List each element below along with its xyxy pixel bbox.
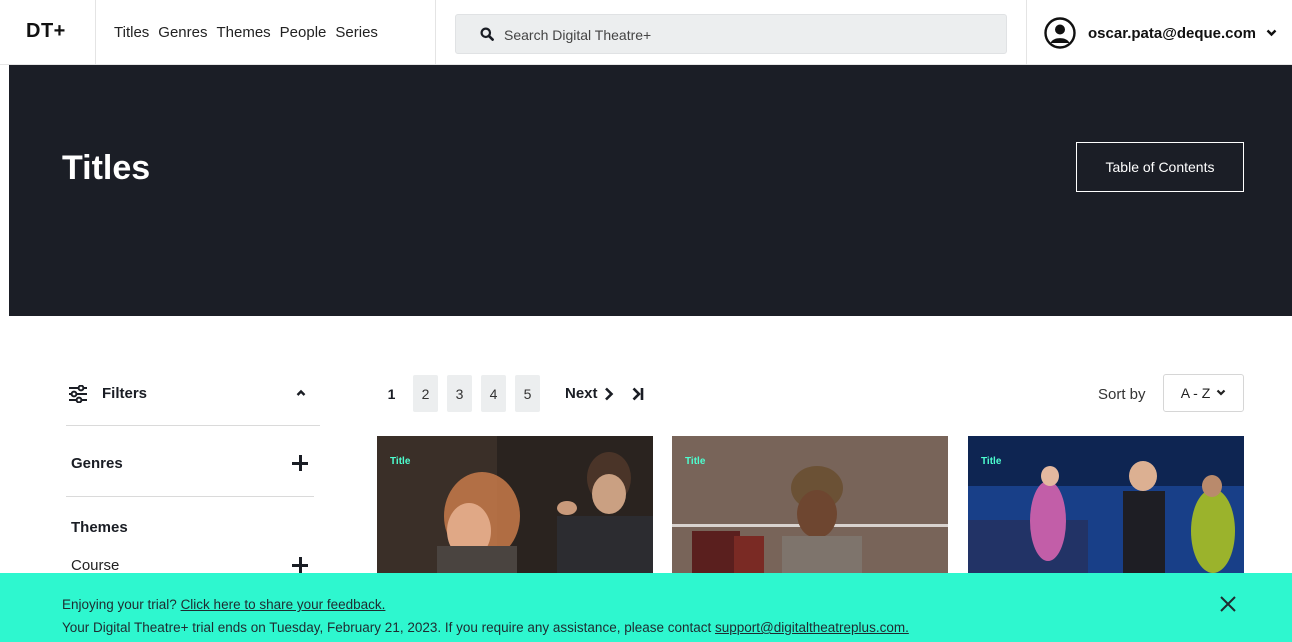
- page-link[interactable]: 2: [413, 375, 438, 412]
- genres-filter-label: Genres: [71, 455, 123, 472]
- filters-divider: [66, 425, 320, 426]
- filters-label: Filters: [102, 385, 148, 402]
- nav-genres[interactable]: Genres: [158, 24, 207, 41]
- main-nav: Titles Genres Themes People Series: [114, 24, 378, 41]
- nav-themes[interactable]: Themes: [216, 24, 270, 41]
- logo[interactable]: DT+: [26, 20, 66, 43]
- next-label: Next: [565, 385, 598, 402]
- title-card[interactable]: Title: [968, 436, 1244, 576]
- title-card[interactable]: Title: [377, 436, 653, 576]
- nav-series[interactable]: Series: [335, 24, 378, 41]
- nav-people[interactable]: People: [280, 24, 327, 41]
- close-icon[interactable]: [1219, 595, 1237, 613]
- search-icon: [480, 27, 494, 41]
- filters-toggle[interactable]: Filters: [66, 383, 320, 405]
- search-input[interactable]: [504, 24, 984, 46]
- banner-text: Enjoying your trial?: [62, 597, 181, 612]
- banner-line-1: Enjoying your trial? Click here to share…: [62, 597, 385, 612]
- title-card-image: [672, 436, 948, 576]
- chevron-right-icon: [604, 387, 613, 400]
- themes-filter-label: Themes: [71, 519, 128, 536]
- banner-line-2: Your Digital Theatre+ trial ends on Tues…: [62, 620, 909, 635]
- page-link[interactable]: 3: [447, 375, 472, 412]
- chevron-down-icon: [1266, 29, 1277, 37]
- title-card-image: [968, 436, 1244, 576]
- page-link[interactable]: 4: [481, 375, 506, 412]
- feedback-link[interactable]: Click here to share your feedback.: [181, 597, 386, 612]
- title-card-image: [377, 436, 653, 576]
- banner-text: Your Digital Theatre+ trial ends on Tues…: [62, 620, 716, 635]
- header-divider: [95, 0, 96, 65]
- sort-select[interactable]: A - Z: [1163, 374, 1244, 412]
- site-header: DT+ Titles Genres Themes People Series o…: [0, 0, 1292, 65]
- page-title: Titles: [62, 149, 151, 187]
- search-box[interactable]: [455, 14, 1007, 54]
- page-current[interactable]: 1: [379, 375, 404, 412]
- table-of-contents-button[interactable]: Table of Contents: [1076, 142, 1244, 192]
- card-tag: Title: [981, 456, 1002, 467]
- nav-titles[interactable]: Titles: [114, 24, 149, 41]
- pagination: 1 2 3 4 5 Next: [379, 375, 644, 412]
- last-page-icon[interactable]: [632, 387, 644, 401]
- title-card[interactable]: Title: [672, 436, 948, 576]
- card-tag: Title: [390, 456, 411, 467]
- page-link[interactable]: 5: [515, 375, 540, 412]
- chevron-up-icon: [296, 389, 306, 396]
- card-tag: Title: [685, 456, 706, 467]
- hero-banner: Titles Table of Contents: [9, 65, 1292, 316]
- user-avatar-icon: [1044, 17, 1076, 49]
- chevron-down-icon: [1217, 389, 1226, 396]
- next-page-button[interactable]: Next: [565, 385, 614, 402]
- user-email: oscar.pata@deque.com: [1088, 24, 1257, 42]
- filters-icon: [69, 385, 87, 403]
- expand-genres-icon[interactable]: [292, 455, 308, 471]
- filters-divider: [66, 496, 314, 497]
- header-divider: [435, 0, 436, 65]
- sort-value: A - Z: [1180, 385, 1211, 401]
- user-menu[interactable]: oscar.pata@deque.com: [1044, 17, 1277, 49]
- trial-banner: Enjoying your trial? Click here to share…: [0, 573, 1292, 642]
- support-email-link[interactable]: support@digitaltheatreplus.com.: [715, 620, 909, 635]
- expand-course-icon[interactable]: [292, 557, 308, 573]
- course-filter-label: Course: [71, 557, 120, 574]
- header-divider: [1026, 0, 1027, 65]
- sort-label: Sort by: [1098, 386, 1146, 403]
